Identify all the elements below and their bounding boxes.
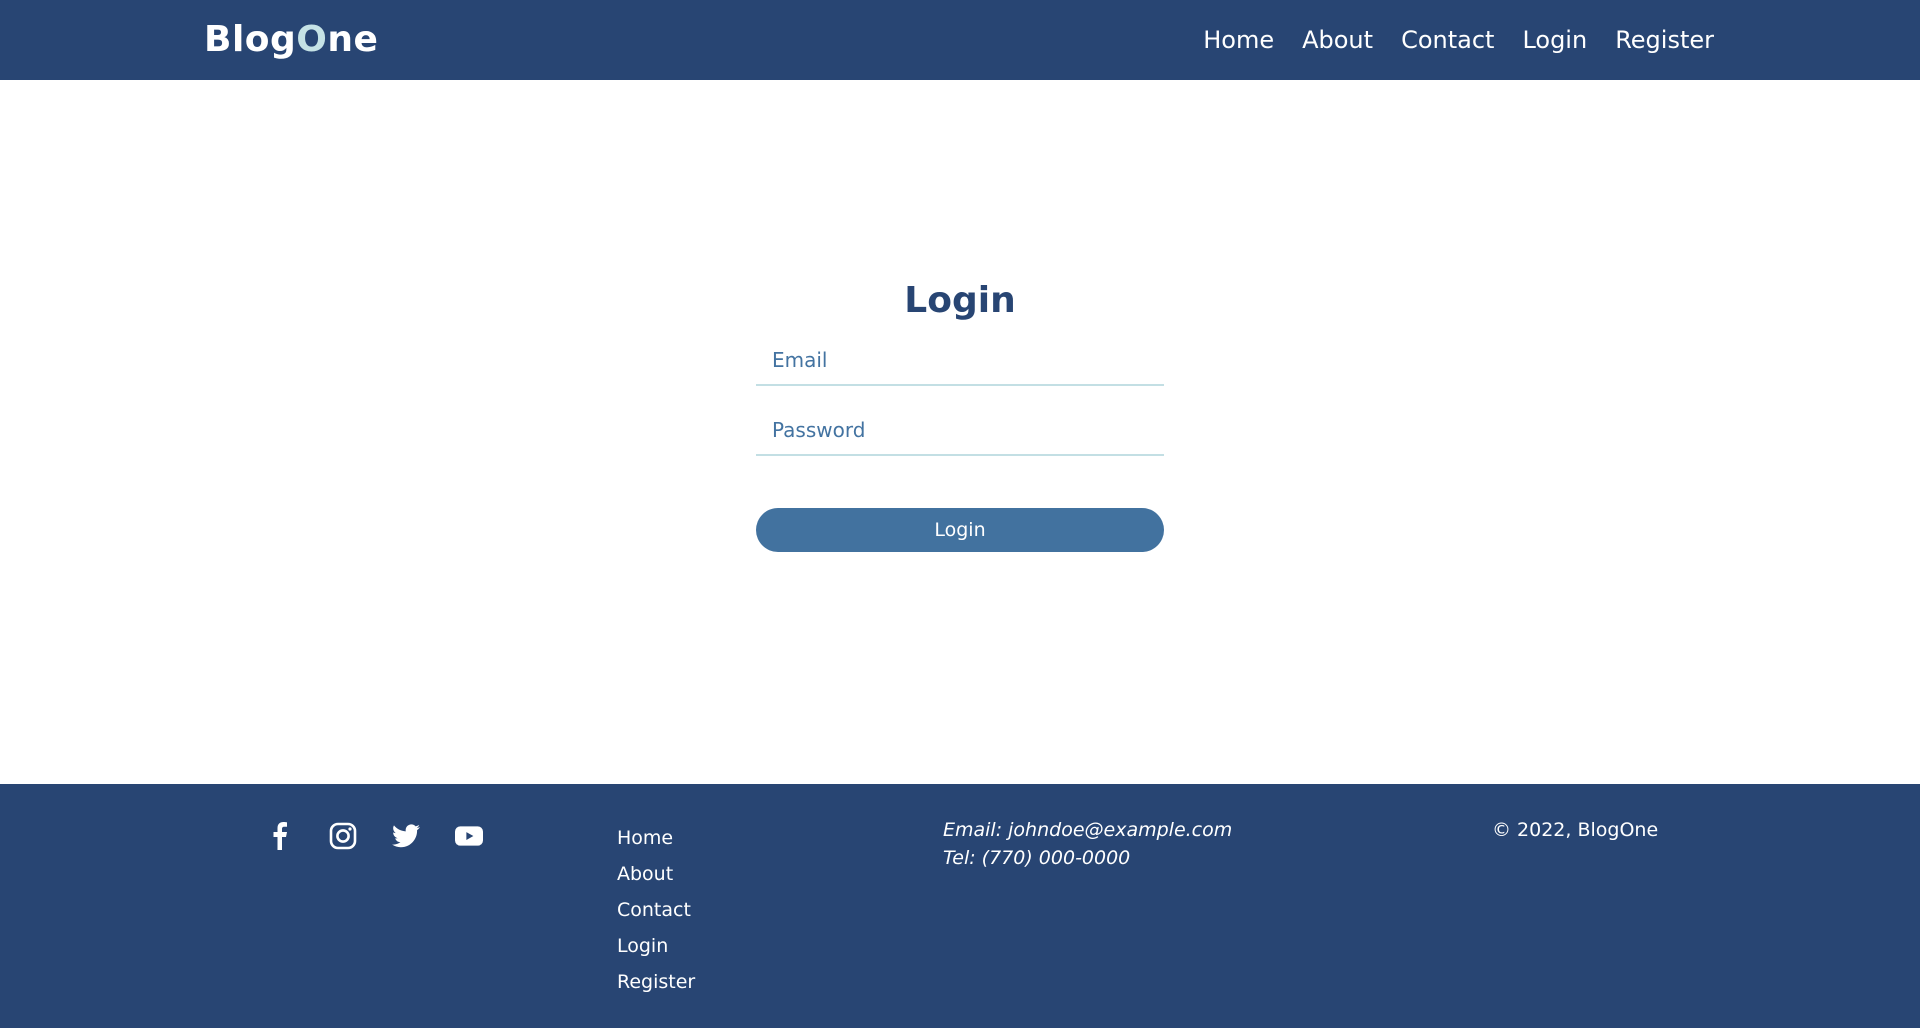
footer-link-about[interactable]: About bbox=[617, 856, 695, 892]
footer-link-contact[interactable]: Contact bbox=[617, 892, 695, 928]
nav-register[interactable]: Register bbox=[1615, 22, 1714, 58]
copyright: © 2022, BlogOne bbox=[1492, 819, 1659, 841]
email-input[interactable] bbox=[756, 338, 1164, 382]
nav-home[interactable]: Home bbox=[1203, 22, 1274, 58]
nav-about[interactable]: About bbox=[1302, 22, 1373, 58]
footer-link-login[interactable]: Login bbox=[617, 928, 695, 964]
facebook-icon[interactable] bbox=[266, 820, 294, 852]
nav-login[interactable]: Login bbox=[1522, 22, 1587, 58]
footer-link-register[interactable]: Register bbox=[617, 964, 695, 1000]
contact-email: Email: johndoe@example.com bbox=[943, 819, 1233, 841]
email-field-wrapper bbox=[756, 338, 1164, 386]
footer: Home About Contact Login Register Email:… bbox=[0, 784, 1920, 1028]
instagram-icon[interactable] bbox=[329, 820, 357, 852]
youtube-icon[interactable] bbox=[455, 820, 483, 852]
footer-nav: Home About Contact Login Register bbox=[617, 820, 695, 1000]
twitter-icon[interactable] bbox=[392, 820, 420, 852]
contact-tel: Tel: (770) 000-0000 bbox=[943, 847, 1131, 869]
password-field-wrapper bbox=[756, 408, 1164, 456]
main-nav: Home About Contact Login Register bbox=[1175, 22, 1714, 58]
navbar: BlogOne Home About Contact Login Registe… bbox=[0, 0, 1920, 80]
footer-link-home[interactable]: Home bbox=[617, 820, 695, 856]
brand-accent: O bbox=[296, 19, 328, 60]
brand-logo[interactable]: BlogOne bbox=[204, 18, 378, 62]
social-links bbox=[266, 820, 483, 852]
login-form: Login Login bbox=[756, 276, 1164, 552]
brand-suffix: ne bbox=[327, 19, 379, 60]
brand-prefix: Blog bbox=[204, 19, 297, 60]
contact-info: Email: johndoe@example.com Tel: (770) 00… bbox=[943, 816, 1232, 872]
nav-contact[interactable]: Contact bbox=[1401, 22, 1494, 58]
page-title: Login bbox=[904, 280, 1016, 321]
password-input[interactable] bbox=[756, 408, 1164, 452]
login-button[interactable]: Login bbox=[756, 508, 1164, 552]
